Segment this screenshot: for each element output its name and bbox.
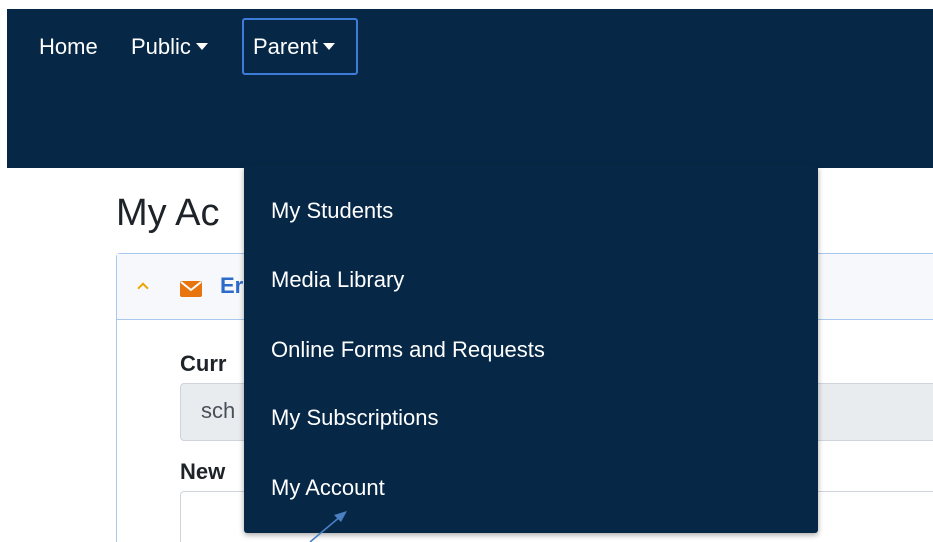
top-navbar: Home Public Parent [7,9,933,168]
menu-item-online-forms[interactable]: Online Forms and Requests [271,336,545,364]
menu-item-my-students[interactable]: My Students [271,197,393,225]
menu-item-media-library[interactable]: Media Library [271,266,404,294]
menu-item-my-subscriptions[interactable]: My Subscriptions [271,404,439,432]
nav-parent-label: Parent [253,34,318,59]
page-title: My Ac [116,192,220,234]
annotation-arrow-icon [309,511,347,542]
nav-parent-dropdown[interactable]: Parent [253,33,335,61]
parent-dropdown-menu: My Students Media Library Online Forms a… [244,165,818,533]
envelope-icon [180,281,202,297]
menu-item-my-account[interactable]: My Account [271,474,385,502]
caret-down-icon [322,43,335,50]
nav-public-dropdown[interactable]: Public [131,33,208,61]
chevron-up-icon[interactable] [137,282,149,294]
card-header-title[interactable]: Er [220,273,243,299]
caret-down-icon [195,43,208,50]
nav-home-label: Home [39,34,98,59]
current-email-value: sch [201,398,236,423]
current-email-label: Curr [180,351,227,376]
new-email-label: New [180,459,226,484]
nav-home[interactable]: Home [39,33,98,61]
page: Home Public Parent My Ac Er Curr sch New… [0,0,933,542]
nav-public-label: Public [131,34,191,59]
